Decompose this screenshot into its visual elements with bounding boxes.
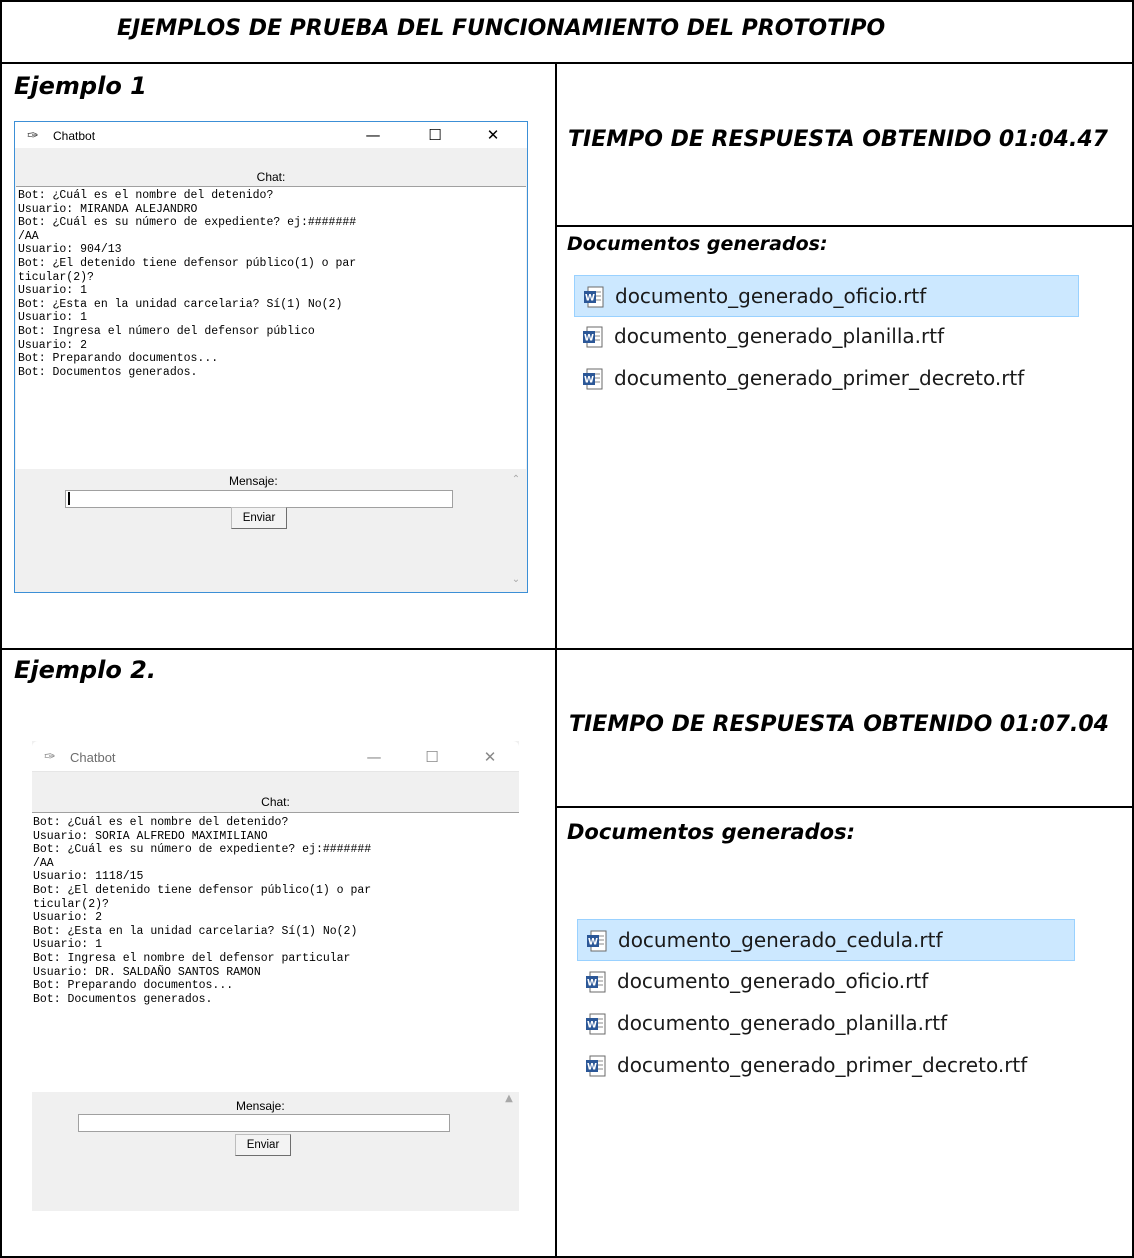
page-title: EJEMPLOS DE PRUEBA DEL FUNCIONAMIENTO DE… — [117, 16, 886, 41]
file-item[interactable]: W documento_generado_cedula.rtf — [577, 919, 1075, 961]
chatbot-window: ✑ Chatbot — ☐ ✕ Chat: Bot: ¿Cuál es el n… — [32, 741, 519, 1211]
table-divider — [0, 648, 1134, 650]
svg-text:W: W — [588, 938, 598, 948]
minimize-button[interactable]: — — [354, 746, 394, 768]
feather-icon: ✑ — [44, 749, 56, 765]
table-divider — [556, 806, 1134, 808]
minimize-button[interactable]: — — [353, 124, 393, 146]
message-label: Mensaje: — [236, 1099, 285, 1113]
file-name: documento_generado_primer_decreto.rtf — [614, 366, 1025, 390]
window-title: Chatbot — [53, 129, 96, 143]
example-1-docs-heading: Documentos generados: — [567, 233, 828, 255]
file-name: documento_generado_primer_decreto.rtf — [617, 1053, 1028, 1077]
window-title: Chatbot — [70, 750, 116, 765]
svg-text:W: W — [587, 1063, 597, 1073]
example-1-label: Ejemplo 1 — [14, 72, 147, 100]
send-button[interactable]: Enviar — [235, 1134, 291, 1156]
word-document-icon: W — [586, 971, 606, 993]
file-item[interactable]: W documento_generado_oficio.rtf — [574, 275, 1079, 317]
scroll-up-icon[interactable]: ⌃ — [509, 474, 523, 486]
svg-text:W: W — [584, 334, 594, 344]
svg-text:W: W — [587, 1021, 597, 1031]
close-button[interactable]: ✕ — [470, 746, 510, 768]
file-name: documento_generado_planilla.rtf — [614, 324, 945, 348]
file-name: documento_generado_oficio.rtf — [615, 284, 927, 308]
svg-text:W: W — [584, 376, 594, 386]
window-titlebar: ✑ Chatbot — ☐ ✕ — [32, 741, 519, 772]
svg-text:W: W — [587, 979, 597, 989]
word-document-icon: W — [586, 1055, 606, 1077]
chat-label: Chat: — [256, 170, 286, 184]
table-border-top — [0, 0, 1134, 2]
example-1-response-time: TIEMPO DE RESPUESTA OBTENIDO 01:04.47 — [568, 127, 1108, 152]
file-item[interactable]: W documento_generado_planilla.rtf — [574, 316, 1079, 358]
file-item[interactable]: W documento_generado_planilla.rtf — [577, 1003, 1075, 1045]
text-caret — [68, 492, 70, 505]
close-button[interactable]: ✕ — [473, 124, 513, 146]
feather-icon: ✑ — [27, 128, 39, 144]
message-panel: Mensaje: Enviar — [15, 470, 509, 592]
example-2-docs-heading: Documentos generados: — [567, 820, 855, 844]
table-divider — [0, 62, 1134, 64]
example-2-response-time: TIEMPO DE RESPUESTA OBTENIDO 01:07.04 — [569, 712, 1109, 737]
maximize-button[interactable]: ☐ — [412, 746, 452, 768]
word-document-icon: W — [583, 368, 603, 390]
file-item[interactable]: W documento_generado_primer_decreto.rtf — [574, 358, 1079, 400]
file-item[interactable]: W documento_generado_primer_decreto.rtf — [577, 1045, 1075, 1087]
scroll-up-icon[interactable]: ▲ — [502, 1093, 516, 1105]
table-border-left — [0, 0, 2, 1258]
send-button[interactable]: Enviar — [231, 507, 287, 529]
message-label: Mensaje: — [229, 474, 278, 488]
table-column-divider — [555, 62, 557, 1258]
file-item[interactable]: W documento_generado_oficio.rtf — [577, 961, 1075, 1003]
chat-log[interactable]: Bot: ¿Cuál es el nombre del detenido? Us… — [32, 812, 519, 1092]
chat-log[interactable]: Bot: ¿Cuál es el nombre del detenido? Us… — [16, 186, 526, 469]
word-document-icon: W — [584, 286, 604, 308]
window-titlebar: ✑ Chatbot — ☐ ✕ — [15, 122, 527, 148]
maximize-button[interactable]: ☐ — [415, 124, 455, 146]
file-name: documento_generado_oficio.rtf — [617, 969, 929, 993]
message-input[interactable] — [78, 1114, 450, 1132]
word-document-icon: W — [583, 326, 603, 348]
message-input[interactable] — [65, 490, 453, 508]
file-name: documento_generado_cedula.rtf — [618, 928, 943, 952]
table-divider — [556, 225, 1134, 227]
svg-text:W: W — [585, 294, 595, 304]
file-name: documento_generado_planilla.rtf — [617, 1011, 948, 1035]
word-document-icon: W — [586, 1013, 606, 1035]
scroll-down-icon[interactable]: ⌄ — [509, 574, 523, 586]
message-panel: Mensaje: Enviar — [32, 1092, 500, 1211]
example-2-label: Ejemplo 2. — [14, 656, 156, 684]
chat-label: Chat: — [261, 795, 290, 809]
chatbot-window: ✑ Chatbot — ☐ ✕ Chat: Bot: ¿Cuál es el n… — [14, 121, 528, 593]
word-document-icon: W — [587, 930, 607, 952]
